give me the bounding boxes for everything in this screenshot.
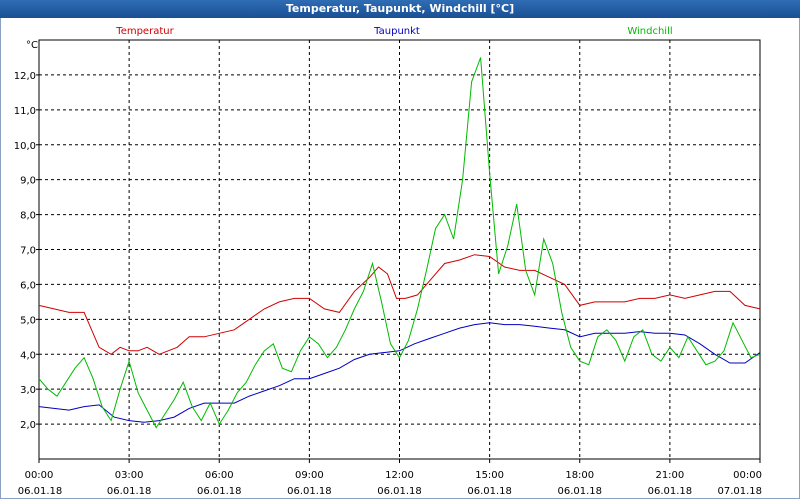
x-tick-time: 18:00 (565, 470, 594, 481)
y-tick-label: 7,0 (20, 246, 36, 257)
y-tick-label: 8,0 (20, 211, 36, 222)
x-tick-date: 06.01.18 (287, 486, 332, 497)
x-tick-date: 06.01.18 (377, 486, 422, 497)
y-tick-label: 5,0 (20, 315, 36, 326)
x-tick-date: 06.01.18 (557, 486, 602, 497)
x-tick-date: 06.01.18 (467, 486, 512, 497)
y-axis-unit: °C (26, 40, 38, 51)
x-tick-date: 07.01.18 (717, 486, 762, 497)
y-tick-label: 6,0 (20, 280, 36, 291)
legend-entry-temperatur: Temperatur (115, 26, 174, 37)
x-tick-time: 21:00 (655, 470, 684, 481)
y-tick-label: 4,0 (20, 350, 36, 361)
y-tick-label: 10,0 (14, 141, 36, 152)
y-tick-label: 3,0 (20, 385, 36, 396)
line-chart: 2,0 3,0 4,0 5,0 6,0 7,0 8,0 9,0 10,0 11,0 12,0 00:… (14, 26, 762, 497)
y-tick-label: 12,0 (14, 71, 36, 82)
legend: Temperatur Taupunkt Windchill (115, 26, 672, 37)
x-tick-time: 00:00 (733, 470, 762, 481)
x-tick-date: 06.01.18 (18, 486, 63, 497)
x-tick-time: 03:00 (115, 470, 144, 481)
x-tick-time: 00:00 (25, 470, 54, 481)
y-tick-label: 9,0 (20, 176, 36, 187)
x-tick-time: 15:00 (475, 470, 504, 481)
y-tick-label: 2,0 (20, 420, 36, 431)
y-axis: 2,0 3,0 4,0 5,0 6,0 7,0 8,0 9,0 10,0 11,0 12,0 (14, 71, 39, 431)
legend-entry-taupunkt: Taupunkt (373, 26, 420, 37)
x-tick-time: 12:00 (385, 470, 414, 481)
y-tick-label: 11,0 (14, 106, 36, 117)
x-tick-date: 06.01.18 (107, 486, 152, 497)
x-tick-date: 06.01.18 (197, 486, 242, 497)
legend-entry-windchill: Windchill (627, 26, 672, 37)
window-title: Temperatur, Taupunkt, Windchill [°C] (0, 0, 800, 18)
x-tick-date: 06.01.18 (648, 486, 693, 497)
x-tick-time: 09:00 (295, 470, 324, 481)
x-axis: 00:00 06.01.18 03:00 06.01.18 06:00 06.01.18 0… (18, 459, 762, 497)
grid-lines (39, 40, 760, 459)
x-tick-time: 06:00 (205, 470, 234, 481)
